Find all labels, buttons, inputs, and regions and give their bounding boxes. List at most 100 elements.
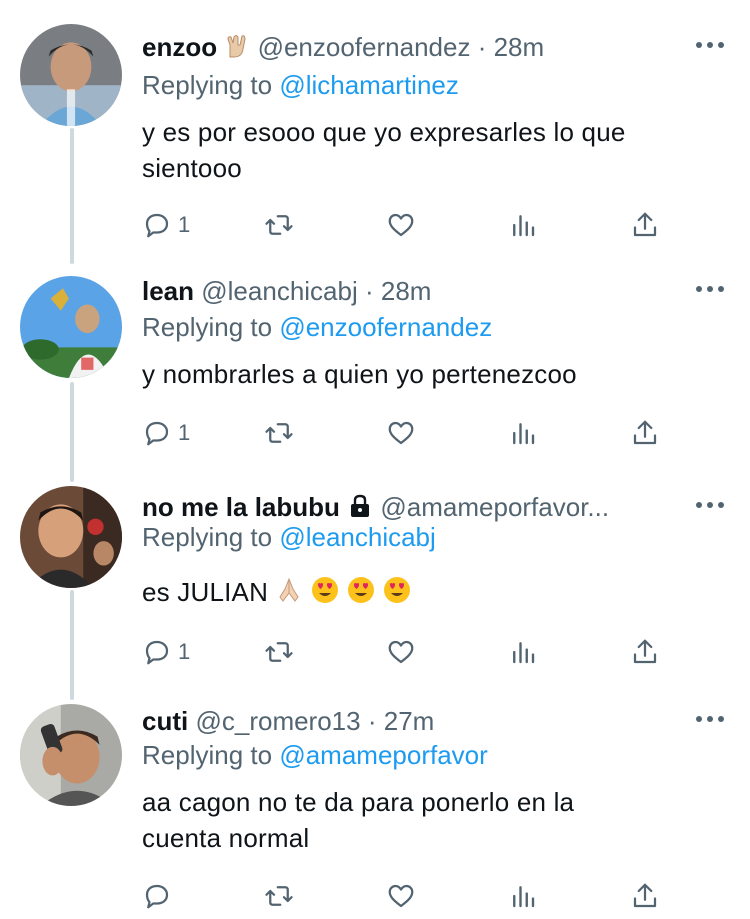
more-options-icon[interactable] [696,284,724,294]
action-bar [142,878,682,914]
tweet-text-line: es JULIAN [142,577,269,607]
more-options-icon[interactable] [696,714,724,724]
retweet-button[interactable] [264,634,294,670]
share-icon [633,883,657,908]
heart-icon [388,640,414,664]
share-button[interactable] [630,634,660,670]
tweet-header: enzoo @enzoofernandez · 28m [142,30,690,67]
tweet-header: cuti @c_romero13 · 27m [142,704,690,738]
tweet-text: y es por esooo que yo expresarles lo que… [142,114,722,186]
reply-button[interactable]: 1 [142,634,190,670]
reply-button[interactable]: 1 [142,207,190,243]
user-handle[interactable]: @amameporfavor... [380,492,609,522]
timestamp[interactable]: 28m [494,32,545,62]
avatar[interactable] [20,24,122,126]
views-button[interactable] [508,415,538,451]
reply-mention-link[interactable]: @enzoofernandez [279,312,492,342]
retweet-icon [265,215,293,235]
reply-count: 1 [178,212,191,237]
replying-to: Replying to @leanchicabj [142,520,436,554]
heart-eyes-emoji [310,575,340,605]
more-options-icon[interactable] [696,500,724,510]
display-name[interactable]: no me la labubu [142,492,340,522]
like-button[interactable] [386,634,416,670]
avatar[interactable] [20,704,122,806]
replying-to-label: Replying to [142,312,273,342]
action-bar: 1 [142,415,682,451]
retweet-button[interactable] [264,878,294,914]
replying-to-label: Replying to [142,522,273,552]
reply-mention-link[interactable]: @lichamartinez [279,70,459,100]
analytics-icon [513,886,535,908]
tweet[interactable]: cuti @c_romero13 · 27m Replying to @amam… [0,702,750,919]
praying-hands-emoji [274,575,304,605]
retweet-button[interactable] [264,415,294,451]
tweet-header: lean @leanchicabj · 28m [142,274,690,308]
tweet-text: y nombrarles a quien yo pertenezcoo [142,356,722,392]
separator-dot: · [364,276,374,306]
reply-icon [145,640,169,665]
tweet[interactable]: enzoo @enzoofernandez · 28m Replying to … [0,0,750,264]
share-button[interactable] [630,415,660,451]
retweet-button[interactable] [264,207,294,243]
replying-to: Replying to @enzoofernandez [142,310,492,344]
timestamp[interactable]: 27m [384,706,435,736]
share-icon [633,212,657,237]
replying-to-label: Replying to [142,70,273,100]
reply-mention-link[interactable]: @leanchicabj [279,522,435,552]
action-bar: 1 [142,207,682,243]
display-name[interactable]: cuti [142,706,188,736]
views-button[interactable] [508,207,538,243]
share-button[interactable] [630,878,660,914]
avatar[interactable] [20,276,122,378]
reply-count: 1 [178,420,191,445]
views-button[interactable] [508,878,538,914]
rock-hand-emoji [224,33,250,67]
reply-icon [145,421,169,446]
display-name[interactable]: lean [142,276,194,306]
retweet-icon [265,886,293,906]
share-icon [633,420,657,445]
share-button[interactable] [630,207,660,243]
avatar[interactable] [20,486,122,588]
more-options-icon[interactable] [696,40,724,50]
like-button[interactable] [386,415,416,451]
reply-button[interactable] [142,878,178,914]
views-button[interactable] [508,634,538,670]
like-button[interactable] [386,207,416,243]
user-handle[interactable]: @leanchicabj [201,276,357,306]
tweet[interactable]: lean @leanchicabj · 28m Replying to @enz… [0,264,750,482]
analytics-icon [513,423,535,445]
retweet-icon [265,642,293,662]
replying-to-label: Replying to [142,740,273,770]
tweet-text-line: aa cagon no te da para ponerlo en la [142,787,575,817]
tweet-text-line: y es por esooo que yo expresarles lo que [142,117,626,147]
user-handle[interactable]: @c_romero13 [195,706,360,736]
replying-to: Replying to @lichamartinez [142,68,459,102]
reply-icon [145,884,169,909]
heart-eyes-emoji [382,575,412,605]
heart-icon [388,421,414,445]
separator-dot: · [477,32,487,62]
heart-icon [388,884,414,908]
tweet-text-line: y nombrarles a quien yo pertenezcoo [142,359,577,389]
timestamp[interactable]: 28m [381,276,432,306]
reply-count: 1 [178,639,191,664]
heart-eyes-emoji [346,575,376,605]
tweet-text-line: cuenta normal [142,823,310,853]
reply-button[interactable]: 1 [142,415,190,451]
like-button[interactable] [386,878,416,914]
tweet[interactable]: no me la labubu @amameporfavor... Replyi… [0,482,750,702]
display-name[interactable]: enzoo [142,32,217,62]
share-icon [633,639,657,664]
replying-to: Replying to @amameporfavor [142,738,488,772]
reply-icon [145,213,169,238]
analytics-icon [513,215,535,237]
tweet-text-line: sientooo [142,153,242,183]
user-handle[interactable]: @enzoofernandez [258,32,471,62]
retweet-icon [265,423,293,443]
separator-dot: · [367,706,377,736]
reply-mention-link[interactable]: @amameporfavor [279,740,487,770]
analytics-icon [513,642,535,664]
tweet-text: aa cagon no te da para ponerlo en la cue… [142,784,722,856]
